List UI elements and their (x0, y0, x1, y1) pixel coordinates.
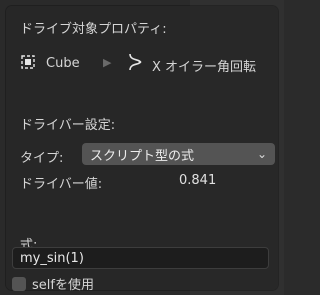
type-label: タイプ: (20, 151, 64, 166)
chevron-down-icon: ⌄ (256, 147, 267, 161)
fcurve-icon (126, 52, 144, 72)
driver-type-value: スクリプト型の式 (90, 148, 195, 164)
driver-settings-heading: ドライバー設定: (20, 118, 116, 133)
use-self-label: selfを使用 (32, 278, 94, 293)
object-cube-icon (19, 53, 37, 71)
driver-value-label: ドライバー値: (20, 177, 103, 192)
use-self-checkbox[interactable] (12, 276, 26, 291)
use-self-option[interactable]: selfを使用 (12, 274, 94, 293)
target-property-name[interactable]: X オイラー角回転 (152, 56, 256, 75)
driver-value: 0.841 (179, 173, 217, 188)
expression-field[interactable]: my_sin(1) (12, 247, 269, 269)
chevron-right-icon: ▶ (103, 56, 112, 69)
expression-text: my_sin(1) (20, 250, 84, 266)
driver-type-dropdown[interactable]: スクリプト型の式 ⌄ (82, 143, 275, 165)
target-object-name[interactable]: Cube (46, 56, 80, 71)
driven-property-title: ドライブ対象プロパティ: (20, 22, 167, 37)
